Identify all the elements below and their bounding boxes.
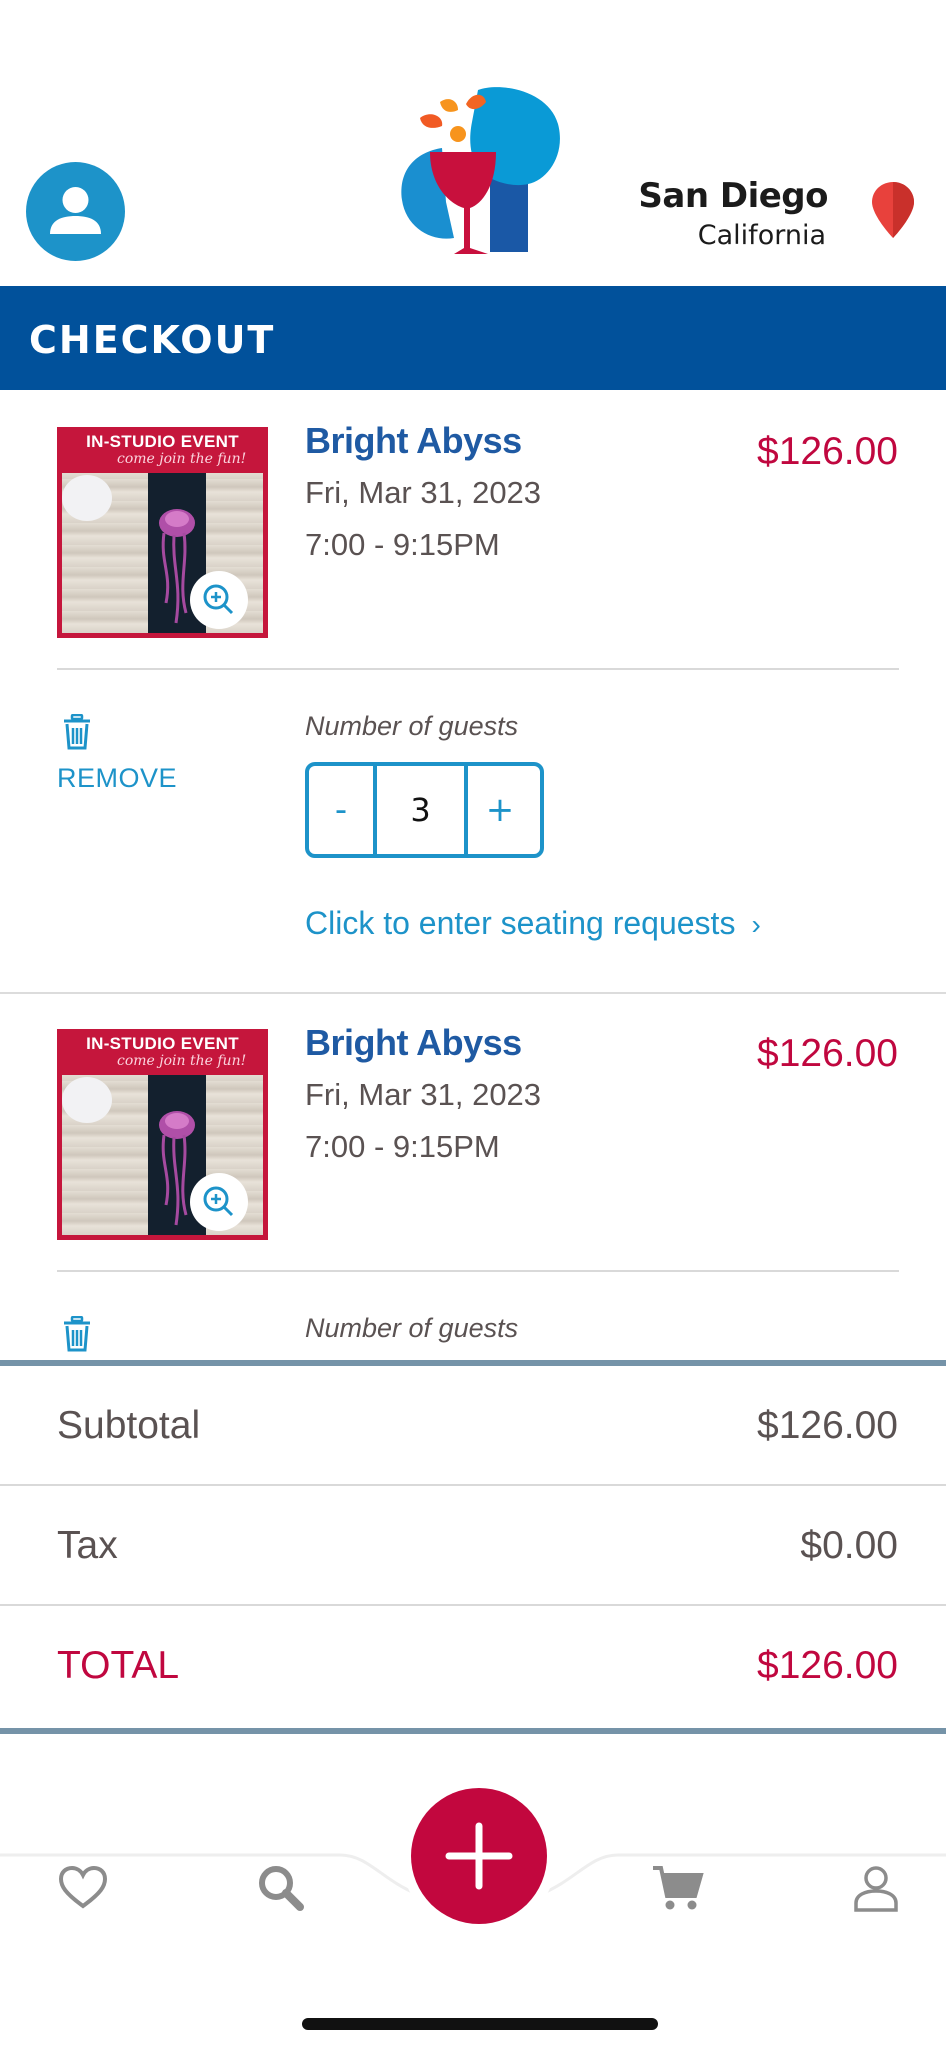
- total-value: $126.00: [757, 1644, 898, 1687]
- plus-icon: [445, 1822, 513, 1890]
- tax-label: Tax: [57, 1524, 118, 1567]
- decrease-guests-button[interactable]: -: [309, 766, 373, 854]
- order-totals: Subtotal $126.00 Tax $0.00 TOTAL $126.00: [0, 1360, 946, 1734]
- zoom-in-icon[interactable]: [190, 1173, 248, 1231]
- chevron-right-icon: ›: [751, 909, 761, 940]
- guests-stepper: - 3 +: [305, 762, 544, 858]
- paint-plate: [62, 1077, 112, 1123]
- checkout-header-bar: CHECKOUT: [0, 286, 946, 390]
- divider: [57, 1270, 899, 1272]
- bottom-navigation: [0, 1740, 946, 2048]
- event-thumbnail[interactable]: IN-STUDIO EVENT come join the fun!: [57, 1029, 268, 1240]
- map-pin-icon: [872, 182, 914, 238]
- tax-value: $0.00: [800, 1524, 898, 1567]
- item-price: $126.00: [757, 1032, 898, 1075]
- person-icon: [50, 187, 101, 234]
- guests-label: Number of guests: [305, 1313, 519, 1343]
- search-icon[interactable]: [253, 1860, 309, 1916]
- brand-logo: [401, 87, 560, 254]
- remove-button[interactable]: REMOVE: [57, 763, 177, 794]
- page-title: CHECKOUT: [29, 318, 276, 362]
- event-title[interactable]: Bright Abyss: [305, 1022, 522, 1064]
- cart-item: IN-STUDIO EVENT come join the fun! Brigh…: [0, 992, 946, 1363]
- trash-icon[interactable]: [62, 714, 92, 750]
- thumbnail-tagline: come join the fun!: [117, 451, 247, 467]
- total-row: TOTAL $126.00: [0, 1606, 946, 1724]
- event-thumbnail[interactable]: IN-STUDIO EVENT come join the fun!: [57, 427, 268, 638]
- subtotal-value: $126.00: [757, 1404, 898, 1447]
- tax-row: Tax $0.00: [0, 1486, 946, 1604]
- profile-icon[interactable]: [848, 1860, 904, 1916]
- seating-requests-label: Click to enter seating requests: [305, 905, 736, 941]
- increase-guests-button[interactable]: +: [468, 766, 532, 854]
- paint-plate: [62, 475, 112, 521]
- trash-icon[interactable]: [62, 1316, 92, 1352]
- cart-list[interactable]: IN-STUDIO EVENT come join the fun! Brigh…: [0, 390, 946, 1363]
- item-price: $126.00: [757, 430, 898, 473]
- app-header: San Diego California: [0, 0, 946, 286]
- add-button[interactable]: [411, 1788, 547, 1924]
- event-date: Fri, Mar 31, 2023: [305, 1077, 542, 1112]
- account-button[interactable]: [26, 162, 125, 261]
- cart-icon[interactable]: [650, 1860, 706, 1916]
- divider: [57, 668, 899, 670]
- guests-label: Number of guests: [305, 711, 519, 741]
- subtotal-label: Subtotal: [57, 1404, 201, 1447]
- guests-count[interactable]: 3: [373, 766, 468, 854]
- cart-item: IN-STUDIO EVENT come join the fun! Brigh…: [0, 390, 946, 994]
- event-time: 7:00 - 9:15PM: [305, 527, 500, 562]
- total-label: TOTAL: [57, 1644, 180, 1687]
- zoom-in-icon[interactable]: [190, 571, 248, 629]
- event-title[interactable]: Bright Abyss: [305, 420, 522, 462]
- event-time: 7:00 - 9:15PM: [305, 1129, 500, 1164]
- seating-requests-link[interactable]: Click to enter seating requests ›: [305, 905, 761, 942]
- subtotal-row: Subtotal $126.00: [0, 1366, 946, 1484]
- thumbnail-tagline: come join the fun!: [117, 1053, 247, 1069]
- location-state: California: [697, 220, 826, 251]
- heart-icon[interactable]: [55, 1860, 111, 1916]
- location-city: San Diego: [638, 176, 828, 216]
- event-date: Fri, Mar 31, 2023: [305, 475, 542, 510]
- home-indicator[interactable]: [302, 2018, 658, 2030]
